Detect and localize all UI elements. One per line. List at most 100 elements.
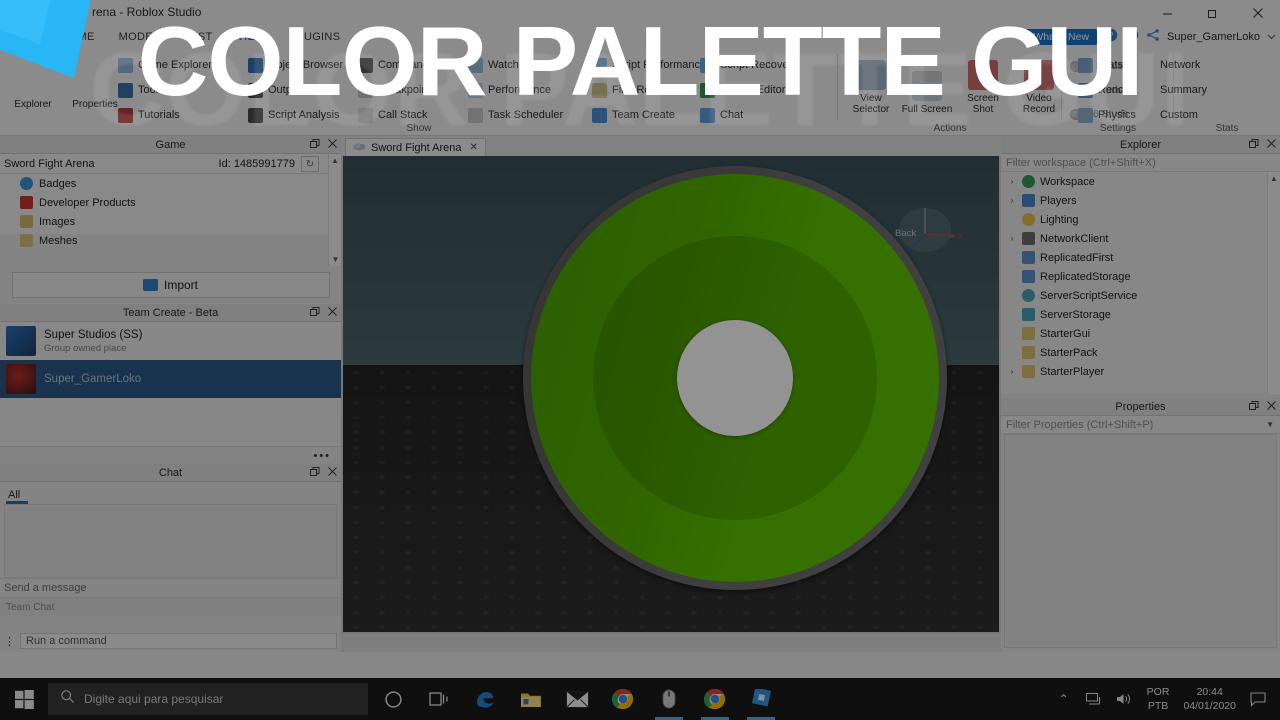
team-create-member-row-selected[interactable]: Super_GamerLoko xyxy=(0,360,341,398)
3d-viewport[interactable]: X Back xyxy=(343,156,999,632)
game-tree: Badges Developer Products Images Meshes xyxy=(0,174,341,247)
chrome-window-icon[interactable] xyxy=(692,678,738,720)
edge-icon[interactable] xyxy=(462,678,508,720)
mail-icon[interactable] xyxy=(554,678,600,720)
explorer-tree: › Workspace › Players Lighting › Network… xyxy=(1001,172,1280,394)
avatar xyxy=(6,364,36,394)
properties-body xyxy=(1004,434,1277,648)
left-dock: Game Sword Fight Arena Id: 1485991779 ↻ xyxy=(0,136,341,652)
chat-tab-strip: All xyxy=(0,482,341,504)
explorer-node-replicatedstorage[interactable]: ReplicatedStorage xyxy=(1001,267,1280,286)
import-button-label: Import xyxy=(163,278,198,292)
replicated-first-icon xyxy=(1022,251,1035,264)
float-icon[interactable] xyxy=(1249,400,1259,414)
color-wheel-widget[interactable] xyxy=(523,166,947,590)
search-placeholder: Digite aqui para pesquisar xyxy=(84,692,224,706)
team-member-name: Super Studios (SS) xyxy=(44,329,143,342)
explorer-node-players[interactable]: › Players xyxy=(1001,191,1280,210)
mouse-settings-icon[interactable] xyxy=(646,678,692,720)
chevron-right-icon[interactable]: › xyxy=(1007,196,1017,205)
command-bar: ⋮ Run a command xyxy=(0,630,341,652)
explorer-node-serverscriptservice[interactable]: ServerScriptService xyxy=(1001,286,1280,305)
developer-product-icon xyxy=(20,196,33,209)
explorer-node-starterpack[interactable]: StarterPack xyxy=(1001,343,1280,362)
team-create-header-buttons xyxy=(310,304,337,322)
game-tree-item-images-label: Images xyxy=(39,215,76,228)
color-wheel-center-hub[interactable] xyxy=(677,320,793,436)
headline-title: COLOR PALETTE GUI xyxy=(137,6,1144,116)
chat-panel-header: Chat xyxy=(0,464,341,482)
gizmo-axis-x-label: X xyxy=(958,232,964,241)
game-tree-item-meshes-label: Meshes xyxy=(39,234,78,247)
task-view-icon[interactable] xyxy=(416,678,462,720)
windows-start-icon[interactable] xyxy=(0,678,48,720)
game-tree-item-images[interactable]: Images xyxy=(0,212,341,231)
action-center-icon[interactable] xyxy=(1242,678,1274,720)
tray-time: 20:44 xyxy=(1196,685,1223,698)
team-create-overflow[interactable]: ••• xyxy=(0,446,341,464)
volume-tray-icon[interactable] xyxy=(1109,678,1139,720)
starter-pack-icon xyxy=(1022,346,1035,359)
chat-panel-title: Chat xyxy=(158,466,183,479)
chevron-right-icon[interactable]: › xyxy=(1007,367,1017,376)
starter-player-icon xyxy=(1022,365,1035,378)
close-icon[interactable] xyxy=(328,467,337,479)
team-create-panel: Team Create - Beta Super Studios (SS) Gr… xyxy=(0,304,341,464)
chat-panel-header-buttons xyxy=(310,464,337,482)
tray-chevron-up-icon[interactable]: ⌃ xyxy=(1049,678,1079,720)
file-explorer-icon[interactable] xyxy=(508,678,554,720)
right-dock: Explorer Filter workspace (Ctrl+Shift+X)… xyxy=(1001,136,1280,652)
players-icon xyxy=(1022,194,1035,207)
screen-root: rena - Roblox Studio FILE HOME MODEL TES… xyxy=(0,0,1280,720)
game-tree-item-developer-products[interactable]: Developer Products xyxy=(0,193,341,212)
explorer-node-starterplayer[interactable]: › StarterPlayer xyxy=(1001,362,1280,381)
properties-panel: Properties Filter Properties (Ctrl+Shift… xyxy=(1001,398,1280,652)
chat-message-placeholder: Send a message xyxy=(4,582,87,594)
explorer-node-players-label: Players xyxy=(1040,194,1077,207)
command-input-placeholder: Run a command xyxy=(26,635,107,647)
lighting-icon xyxy=(1022,213,1035,226)
explorer-node-networkclient[interactable]: › NetworkClient xyxy=(1001,229,1280,248)
float-icon[interactable] xyxy=(310,306,320,320)
drag-handle-icon[interactable]: ⋮ xyxy=(4,635,15,648)
chrome-icon[interactable] xyxy=(600,678,646,720)
system-tray: ⌃ POR PTB 20:44 04/01/2020 xyxy=(1049,678,1280,720)
chat-tab-all[interactable]: All xyxy=(6,489,28,504)
roblox-studio-icon[interactable] xyxy=(738,678,784,720)
explorer-node-replicatedfirst-label: ReplicatedFirst xyxy=(1040,251,1114,264)
explorer-node-lighting[interactable]: Lighting xyxy=(1001,210,1280,229)
explorer-node-starterplayer-label: StarterPlayer xyxy=(1040,365,1105,378)
tray-language-line2: PTB xyxy=(1147,700,1169,712)
import-button[interactable]: Import xyxy=(11,272,330,298)
windows-taskbar: Digite aqui para pesquisar ⌃ POR PTB 20:… xyxy=(0,678,1280,720)
close-icon[interactable] xyxy=(1267,401,1276,413)
tray-clock[interactable]: 20:44 04/01/2020 xyxy=(1177,685,1242,713)
team-member-name: Super_GamerLoko xyxy=(44,372,142,385)
taskbar-items xyxy=(370,678,784,720)
command-input[interactable]: Run a command xyxy=(20,633,337,649)
explorer-scrollbar[interactable]: ▲ xyxy=(1267,172,1280,394)
properties-header-buttons xyxy=(1249,398,1276,416)
explorer-node-lighting-label: Lighting xyxy=(1040,213,1079,226)
chevron-right-icon[interactable]: › xyxy=(1007,234,1017,243)
search-input[interactable]: Digite aqui para pesquisar xyxy=(48,683,368,715)
explorer-node-replicatedfirst[interactable]: ReplicatedFirst xyxy=(1001,248,1280,267)
avatar xyxy=(6,326,36,356)
cortana-icon[interactable] xyxy=(370,678,416,720)
active-tab-underline xyxy=(6,501,28,504)
float-icon[interactable] xyxy=(310,466,320,480)
game-tree-item-meshes[interactable]: Meshes xyxy=(0,231,341,250)
explorer-node-startergui[interactable]: StarterGui xyxy=(1001,324,1280,343)
network-tray-icon[interactable] xyxy=(1079,678,1109,720)
tray-language-indicator[interactable]: POR PTB xyxy=(1139,685,1178,713)
explorer-node-serverstorage[interactable]: ServerStorage xyxy=(1001,305,1280,324)
viewport-status-bar xyxy=(341,634,1001,652)
chat-message-input[interactable]: Send a message xyxy=(0,578,341,598)
properties-title: Properties xyxy=(1115,400,1166,413)
search-icon xyxy=(60,689,75,709)
team-create-member-row[interactable]: Super Studios (SS) Group owned place xyxy=(0,322,341,360)
close-icon[interactable] xyxy=(328,307,337,319)
properties-filter-input[interactable]: Filter Properties (Ctrl+Shift+P) ▼ xyxy=(1001,416,1280,434)
chevron-down-icon[interactable]: ▼ xyxy=(1266,420,1274,429)
explorer-node-replicatedstorage-label: ReplicatedStorage xyxy=(1040,270,1131,283)
